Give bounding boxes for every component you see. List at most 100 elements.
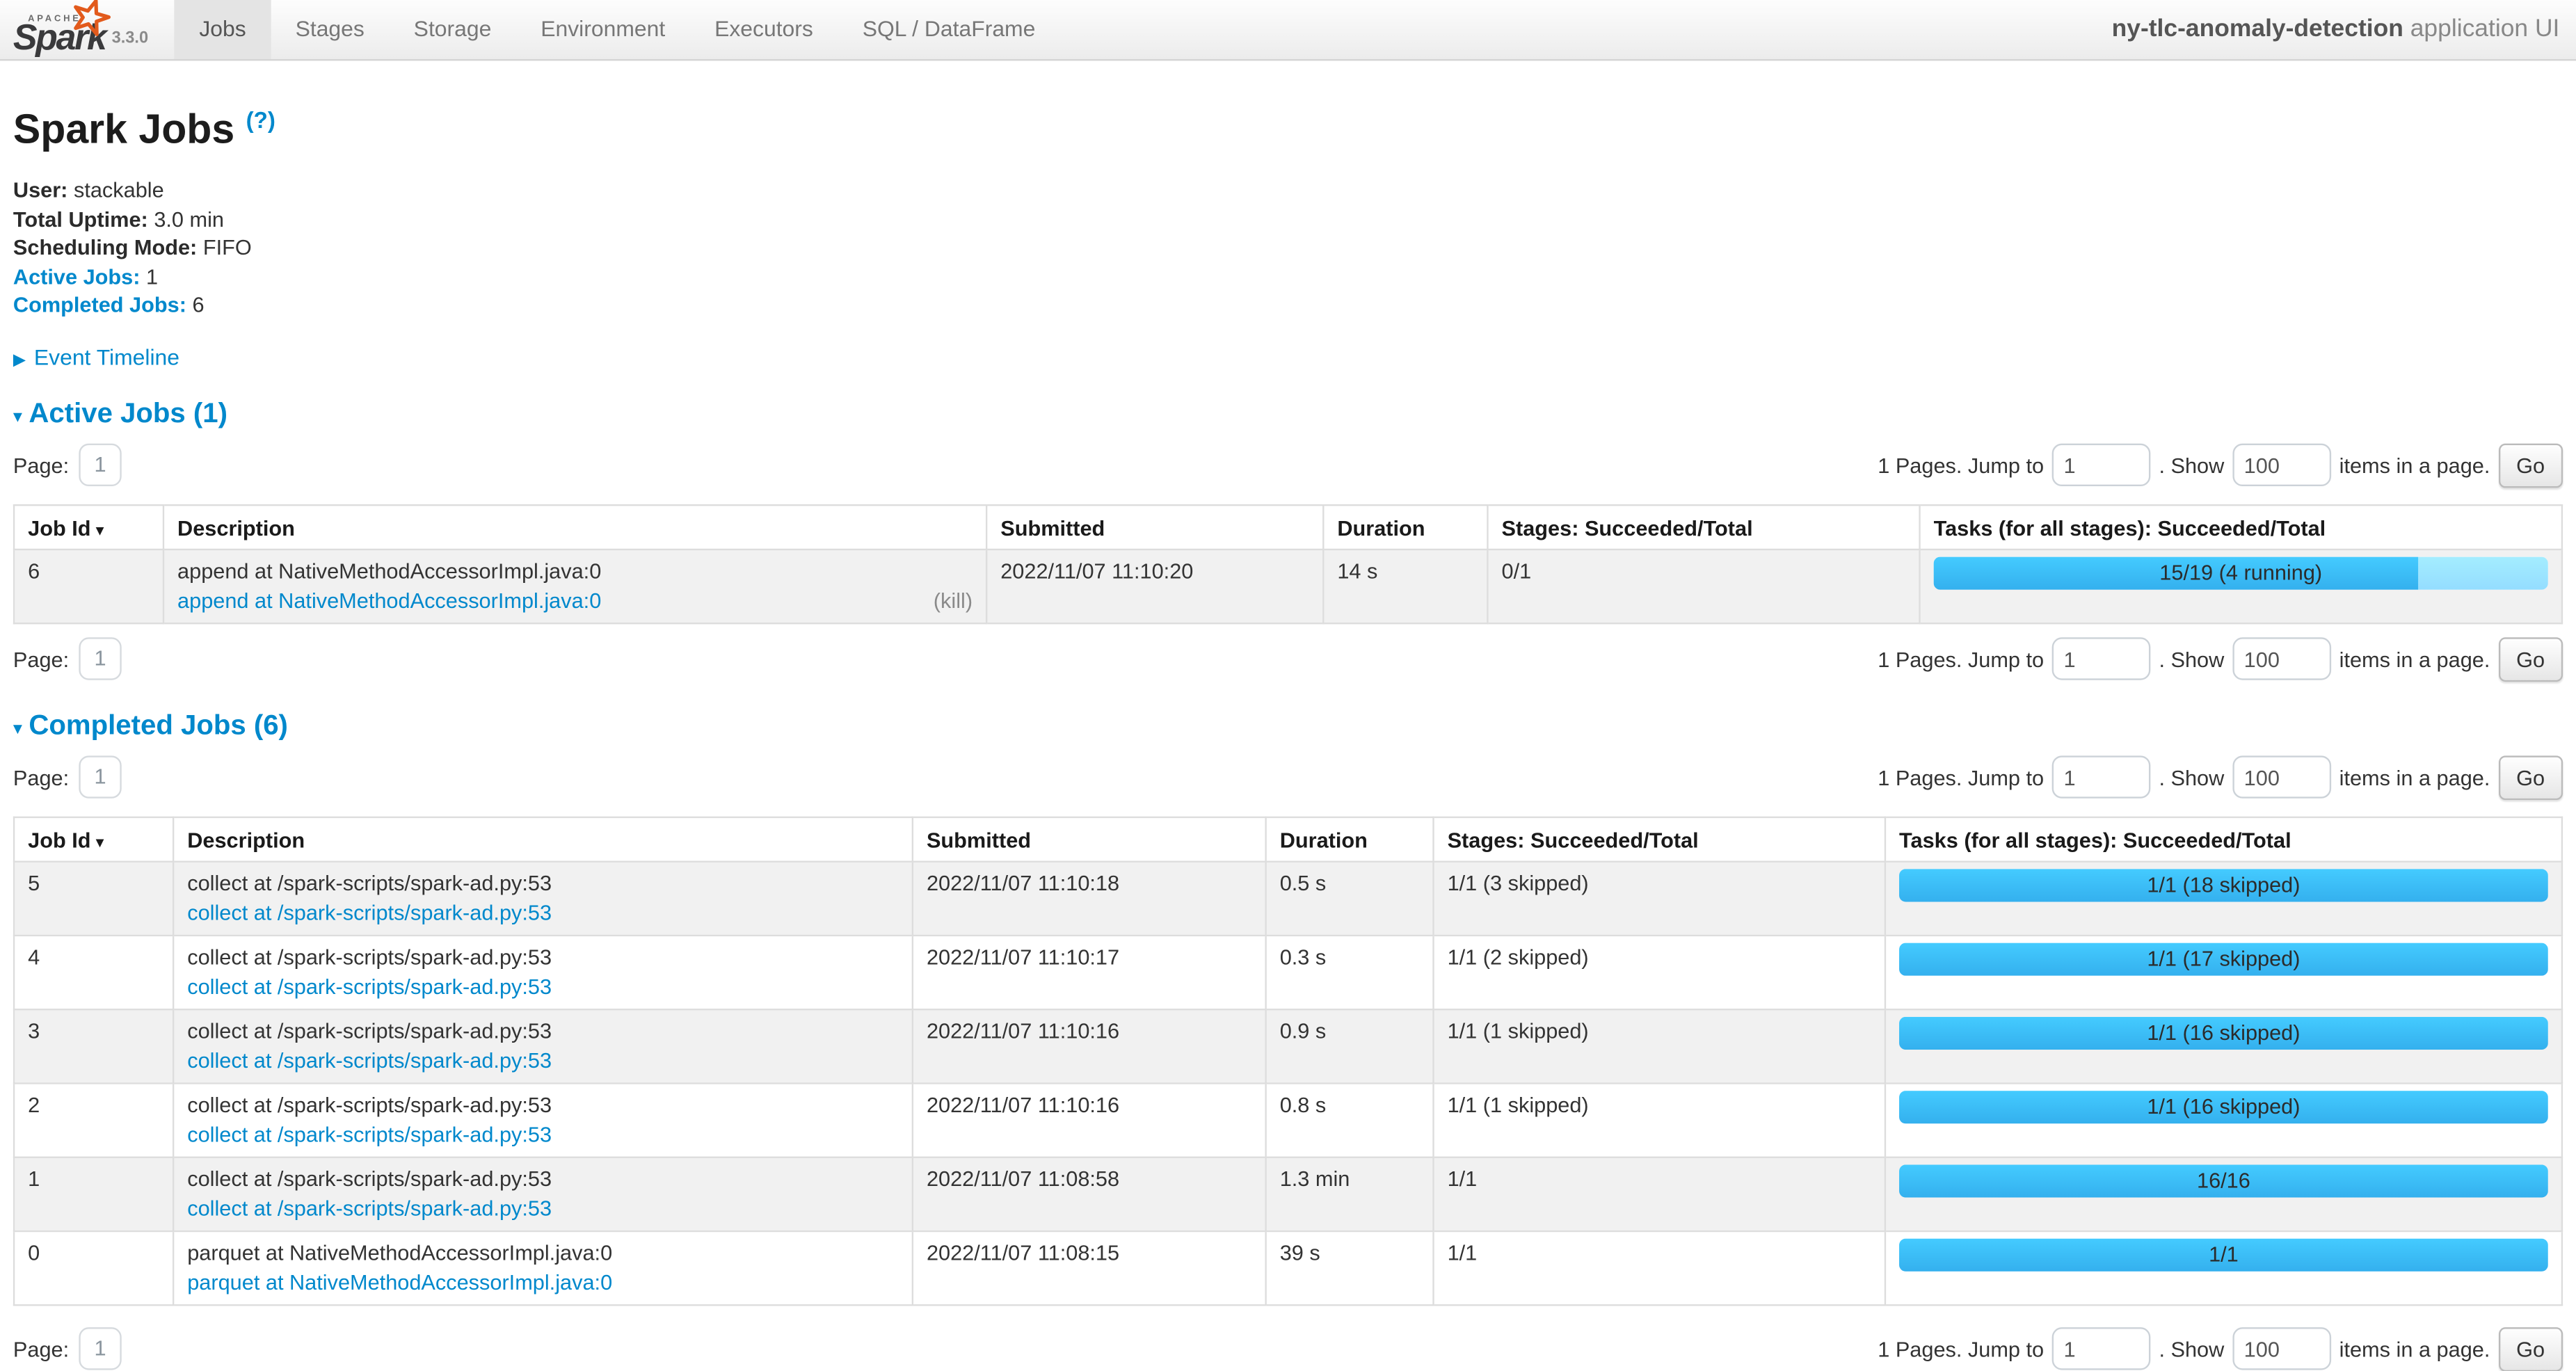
col-submitted[interactable]: Submitted [986, 504, 1323, 549]
tasks-progress-bar: 16/16 [1899, 1164, 2548, 1196]
summary-uptime: Total Uptime: 3.0 min [13, 205, 2563, 233]
summary-user: User: stackable [13, 176, 2563, 205]
uptime-label: Total Uptime: [13, 206, 148, 230]
col-stages[interactable]: Stages: Succeeded/Total [1487, 504, 1919, 549]
active-jobs-table: Job Id▾ Description Submitted Duration S… [13, 504, 2563, 623]
stages-cell: 1/1 (2 skipped) [1434, 935, 1885, 1009]
description-cell: collect at /spark-scripts/spark-ad.py:53… [173, 935, 913, 1009]
job-detail-link[interactable]: collect at /spark-scripts/spark-ad.py:53 [187, 1194, 552, 1224]
tasks-cell: 15/19 (4 running) [1920, 549, 2562, 623]
job-row: 1 collect at /spark-scripts/spark-ad.py:… [14, 1157, 2562, 1230]
jump-to-input[interactable] [2052, 637, 2151, 680]
tasks-progress-bar: 1/1 (16 skipped) [1899, 1090, 2548, 1123]
job-description: collect at /spark-scripts/spark-ad.py:53 [187, 1164, 899, 1194]
job-description: collect at /spark-scripts/spark-ad.py:53 [187, 1090, 899, 1120]
jump-to-input[interactable] [2052, 444, 2151, 486]
expanded-arrow-icon: ▾ [13, 719, 22, 738]
application-title-suffix: application UI [2403, 15, 2560, 42]
tab-executors[interactable]: Executors [690, 0, 838, 59]
page-number-box[interactable]: 1 [79, 637, 121, 680]
collapsed-arrow-icon: ▶ [13, 351, 26, 369]
tasks-cell: 1/1 [1885, 1230, 2562, 1304]
submitted-cell: 2022/11/07 11:10:20 [986, 549, 1323, 623]
main-content: Spark Jobs (?) User: stackable Total Upt… [0, 95, 2576, 1371]
col-job-id[interactable]: Job Id▾ [14, 504, 163, 549]
spark-jobs-page: APACHE Spark 3.3.0 Jobs Stages Storage E… [0, 0, 2576, 1349]
event-timeline-label: Event Timeline [34, 344, 179, 369]
completed-jobs-link[interactable]: Completed Jobs: [13, 292, 186, 316]
uptime-value: 3.0 min [154, 206, 224, 230]
col-tasks[interactable]: Tasks (for all stages): Succeeded/Total [1885, 817, 2562, 861]
tab-storage[interactable]: Storage [389, 0, 516, 59]
col-description[interactable]: Description [163, 504, 986, 549]
description-cell: append at NativeMethodAccessorImpl.java:… [163, 549, 986, 623]
job-id-cell: 5 [14, 860, 173, 934]
completed-jobs-section-title: Completed Jobs (6) [29, 709, 288, 740]
tasks-progress-bar: 1/1 (18 skipped) [1899, 868, 2548, 901]
stages-cell: 1/1 [1434, 1157, 1885, 1230]
show-text: . Show [2159, 453, 2224, 477]
col-stages[interactable]: Stages: Succeeded/Total [1434, 817, 1885, 861]
table-header-row: Job Id▾ Description Submitted Duration S… [14, 504, 2562, 549]
pagination-controls: 1 Pages. Jump to . Show items in a page.… [1878, 755, 2563, 799]
application-name: ny-tlc-anomaly-detection [2112, 15, 2403, 42]
stages-cell: 1/1 (3 skipped) [1434, 860, 1885, 934]
stages-cell: 0/1 [1487, 549, 1919, 623]
job-detail-link[interactable]: collect at /spark-scripts/spark-ad.py:53 [187, 1119, 552, 1149]
completed-jobs-section-header[interactable]: ▾ Completed Jobs (6) [13, 709, 2563, 741]
col-duration[interactable]: Duration [1266, 817, 1434, 861]
jump-to-input[interactable] [2052, 755, 2151, 798]
job-detail-link[interactable]: collect at /spark-scripts/spark-ad.py:53 [187, 1045, 552, 1075]
job-detail-link[interactable]: collect at /spark-scripts/spark-ad.py:53 [187, 972, 552, 1002]
page-size-input[interactable] [2232, 444, 2331, 486]
tasks-cell: 16/16 [1885, 1157, 2562, 1230]
duration-cell: 1.3 min [1266, 1157, 1434, 1230]
items-per-page-text: items in a page. [2339, 646, 2490, 671]
duration-cell: 0.3 s [1266, 935, 1434, 1009]
active-jobs-section-header[interactable]: ▾Active Jobs (1) [13, 396, 2563, 429]
col-job-id[interactable]: Job Id▾ [14, 817, 173, 861]
spark-star-icon [69, 0, 111, 40]
col-duration[interactable]: Duration [1323, 504, 1487, 549]
show-text: . Show [2159, 764, 2224, 789]
job-detail-link[interactable]: append at NativeMethodAccessorImpl.java:… [177, 586, 601, 616]
stages-cell: 1/1 (1 skipped) [1434, 1009, 1885, 1082]
go-button[interactable]: Go [2498, 636, 2563, 681]
tab-environment[interactable]: Environment [516, 0, 690, 59]
pagination-bar: Page: 1 1 Pages. Jump to . Show items in… [13, 442, 2563, 487]
event-timeline-toggle[interactable]: ▶ Event Timeline [13, 344, 2563, 369]
go-button[interactable]: Go [2498, 442, 2563, 487]
page-size-input[interactable] [2232, 755, 2331, 798]
job-id-cell: 1 [14, 1157, 173, 1230]
help-link[interactable]: (?) [246, 107, 275, 134]
job-description: parquet at NativeMethodAccessorImpl.java… [187, 1237, 899, 1267]
page-number-box[interactable]: 1 [79, 755, 121, 798]
application-title: ny-tlc-anomaly-detection application UI [2112, 0, 2576, 59]
navbar: APACHE Spark 3.3.0 Jobs Stages Storage E… [0, 0, 2576, 61]
page-number-box[interactable]: 1 [79, 444, 121, 486]
page-label: Page: [13, 453, 69, 477]
summary-active-jobs: Active Jobs: 1 [13, 262, 2563, 291]
tab-jobs[interactable]: Jobs [175, 0, 271, 59]
submitted-cell: 2022/11/07 11:10:16 [913, 1082, 1266, 1156]
active-jobs-link[interactable]: Active Jobs: [13, 264, 141, 288]
duration-cell: 14 s [1323, 549, 1487, 623]
sort-desc-icon: ▾ [96, 834, 104, 852]
col-description[interactable]: Description [173, 817, 913, 861]
submitted-cell: 2022/11/07 11:10:17 [913, 935, 1266, 1009]
tab-sql-dataframe[interactable]: SQL / DataFrame [838, 0, 1060, 59]
col-submitted[interactable]: Submitted [913, 817, 1266, 861]
spark-logo[interactable]: APACHE Spark 3.3.0 [0, 0, 158, 59]
job-id-cell: 0 [14, 1230, 173, 1304]
go-button[interactable]: Go [2498, 755, 2563, 799]
job-row: 2 collect at /spark-scripts/spark-ad.py:… [14, 1082, 2562, 1156]
job-detail-link[interactable]: collect at /spark-scripts/spark-ad.py:53 [187, 898, 552, 928]
page-size-input[interactable] [2232, 637, 2331, 680]
stages-cell: 1/1 [1434, 1230, 1885, 1304]
col-tasks[interactable]: Tasks (for all stages): Succeeded/Total [1920, 504, 2562, 549]
kill-link[interactable]: (kill) [934, 586, 973, 616]
items-per-page-text: items in a page. [2339, 453, 2490, 477]
tab-stages[interactable]: Stages [271, 0, 389, 59]
progress-label: 1/1 (17 skipped) [1899, 942, 2548, 975]
job-detail-link[interactable]: parquet at NativeMethodAccessorImpl.java… [187, 1267, 612, 1297]
